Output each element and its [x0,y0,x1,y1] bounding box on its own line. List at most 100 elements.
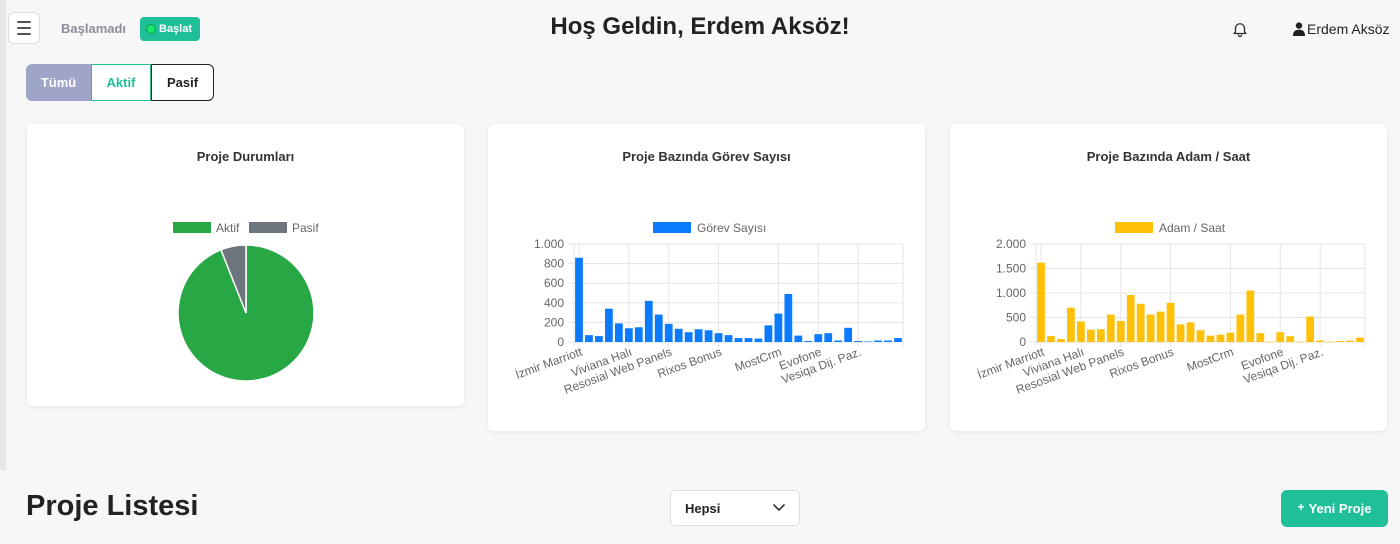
bar[interactable] [1226,332,1235,342]
bar[interactable] [585,335,593,342]
bar[interactable] [1037,262,1045,342]
bar[interactable] [1076,321,1085,342]
plus-icon: + [1297,499,1305,514]
y-tick-label: 2.000 [996,237,1026,251]
bar[interactable] [744,338,753,342]
task-count-bar-chart: Görev Sayısı02004006008001.000İzmir Marr… [513,221,904,397]
y-tick-label: 1.500 [996,262,1026,276]
user-name: Erdem Aksöz [1307,21,1390,37]
task-count-card: Proje Bazında Görev Sayısı Görev Sayısı 0… [488,124,925,431]
bar[interactable] [624,328,633,342]
bar[interactable] [764,325,773,342]
filter-passive-button[interactable]: Pasif [151,64,214,101]
bar[interactable] [1316,340,1325,342]
bar[interactable] [1346,340,1354,342]
y-tick-label: 0 [557,335,564,349]
bar[interactable] [1256,333,1265,342]
bar[interactable] [644,300,653,342]
legend-swatch [173,222,211,233]
bar[interactable] [1096,329,1105,342]
y-tick-label: 600 [544,276,564,290]
man-hour-bar-chart: Adam / Saat05001.0001.5002.000İzmir Marr… [975,221,1366,397]
bar[interactable] [1246,290,1255,342]
bar[interactable] [1276,332,1285,342]
bar[interactable] [1326,341,1334,343]
bar[interactable] [874,340,882,342]
legend-label: Görev Sayısı [697,221,766,235]
bar[interactable] [754,338,763,342]
bar[interactable] [854,341,863,342]
bar[interactable] [1286,336,1295,342]
page-title: Hoş Geldin, Erdem Aksöz! [550,13,850,40]
bar[interactable] [1236,314,1245,342]
bar[interactable] [575,257,583,342]
legend-swatch [249,222,287,233]
bar[interactable] [694,329,703,342]
bar[interactable] [794,335,803,342]
bar[interactable] [1176,324,1185,342]
project-list-title: Proje Listesi [26,490,199,522]
bar[interactable] [1266,341,1275,343]
bar[interactable] [674,328,683,342]
y-tick-label: 800 [544,257,564,271]
bar[interactable] [844,327,853,342]
bar[interactable] [884,340,892,342]
bar[interactable] [654,314,663,342]
bar[interactable] [1166,302,1175,342]
bar[interactable] [1336,341,1344,342]
filter-all-button[interactable]: Tümü [26,64,91,101]
bar[interactable] [1296,341,1305,343]
bar[interactable] [864,341,872,343]
bar[interactable] [1196,330,1205,342]
bar[interactable] [724,335,733,342]
bar[interactable] [1086,329,1095,342]
sidebar-edge [0,0,6,470]
bar[interactable] [814,334,823,342]
bar[interactable] [774,313,783,342]
y-tick-label: 200 [544,315,564,329]
bar[interactable] [1116,320,1125,342]
new-project-button[interactable]: + Yeni Proje [1281,490,1388,527]
legend-label: Adam / Saat [1159,221,1226,235]
bar[interactable] [834,340,843,342]
bar[interactable] [1057,339,1065,342]
bar[interactable] [1156,311,1165,342]
bar[interactable] [1146,314,1155,342]
bar[interactable] [634,327,643,342]
bar[interactable] [714,333,723,342]
bar[interactable] [664,323,673,342]
pie-chart: Aktif Pasif [173,221,319,382]
legend-label: Aktif [216,221,240,235]
bar[interactable] [804,341,813,342]
user-menu[interactable]: Erdem Aksöz [1293,21,1389,37]
bar[interactable] [1106,314,1115,342]
y-tick-label: 1.000 [534,237,564,251]
x-tick-label: MostCrm [1185,345,1236,375]
x-tick-label: MostCrm [733,345,784,375]
bar[interactable] [734,338,743,342]
bar[interactable] [1216,334,1225,342]
filter-active-button[interactable]: Aktif [91,64,151,101]
bar[interactable] [1206,335,1215,342]
bar[interactable] [1356,337,1364,342]
status-filter-group: Tümü Aktif Pasif [26,64,214,101]
bar[interactable] [1306,316,1315,342]
bar[interactable] [894,338,902,342]
y-tick-label: 1.000 [996,286,1026,300]
bar[interactable] [614,323,623,342]
bar[interactable] [704,330,713,342]
y-tick-label: 0 [1019,335,1026,349]
bar[interactable] [1067,307,1075,342]
bar[interactable] [1047,336,1055,342]
y-tick-label: 400 [544,296,564,310]
bar[interactable] [784,293,793,342]
bar[interactable] [684,332,693,342]
bar[interactable] [595,336,603,342]
bar[interactable] [1126,294,1135,342]
bell-icon[interactable] [1231,20,1249,38]
bar[interactable] [1136,303,1145,342]
bar[interactable] [605,308,613,342]
project-filter-select[interactable]: Hepsi [670,490,800,526]
bar[interactable] [1186,322,1195,342]
bar[interactable] [824,333,833,342]
